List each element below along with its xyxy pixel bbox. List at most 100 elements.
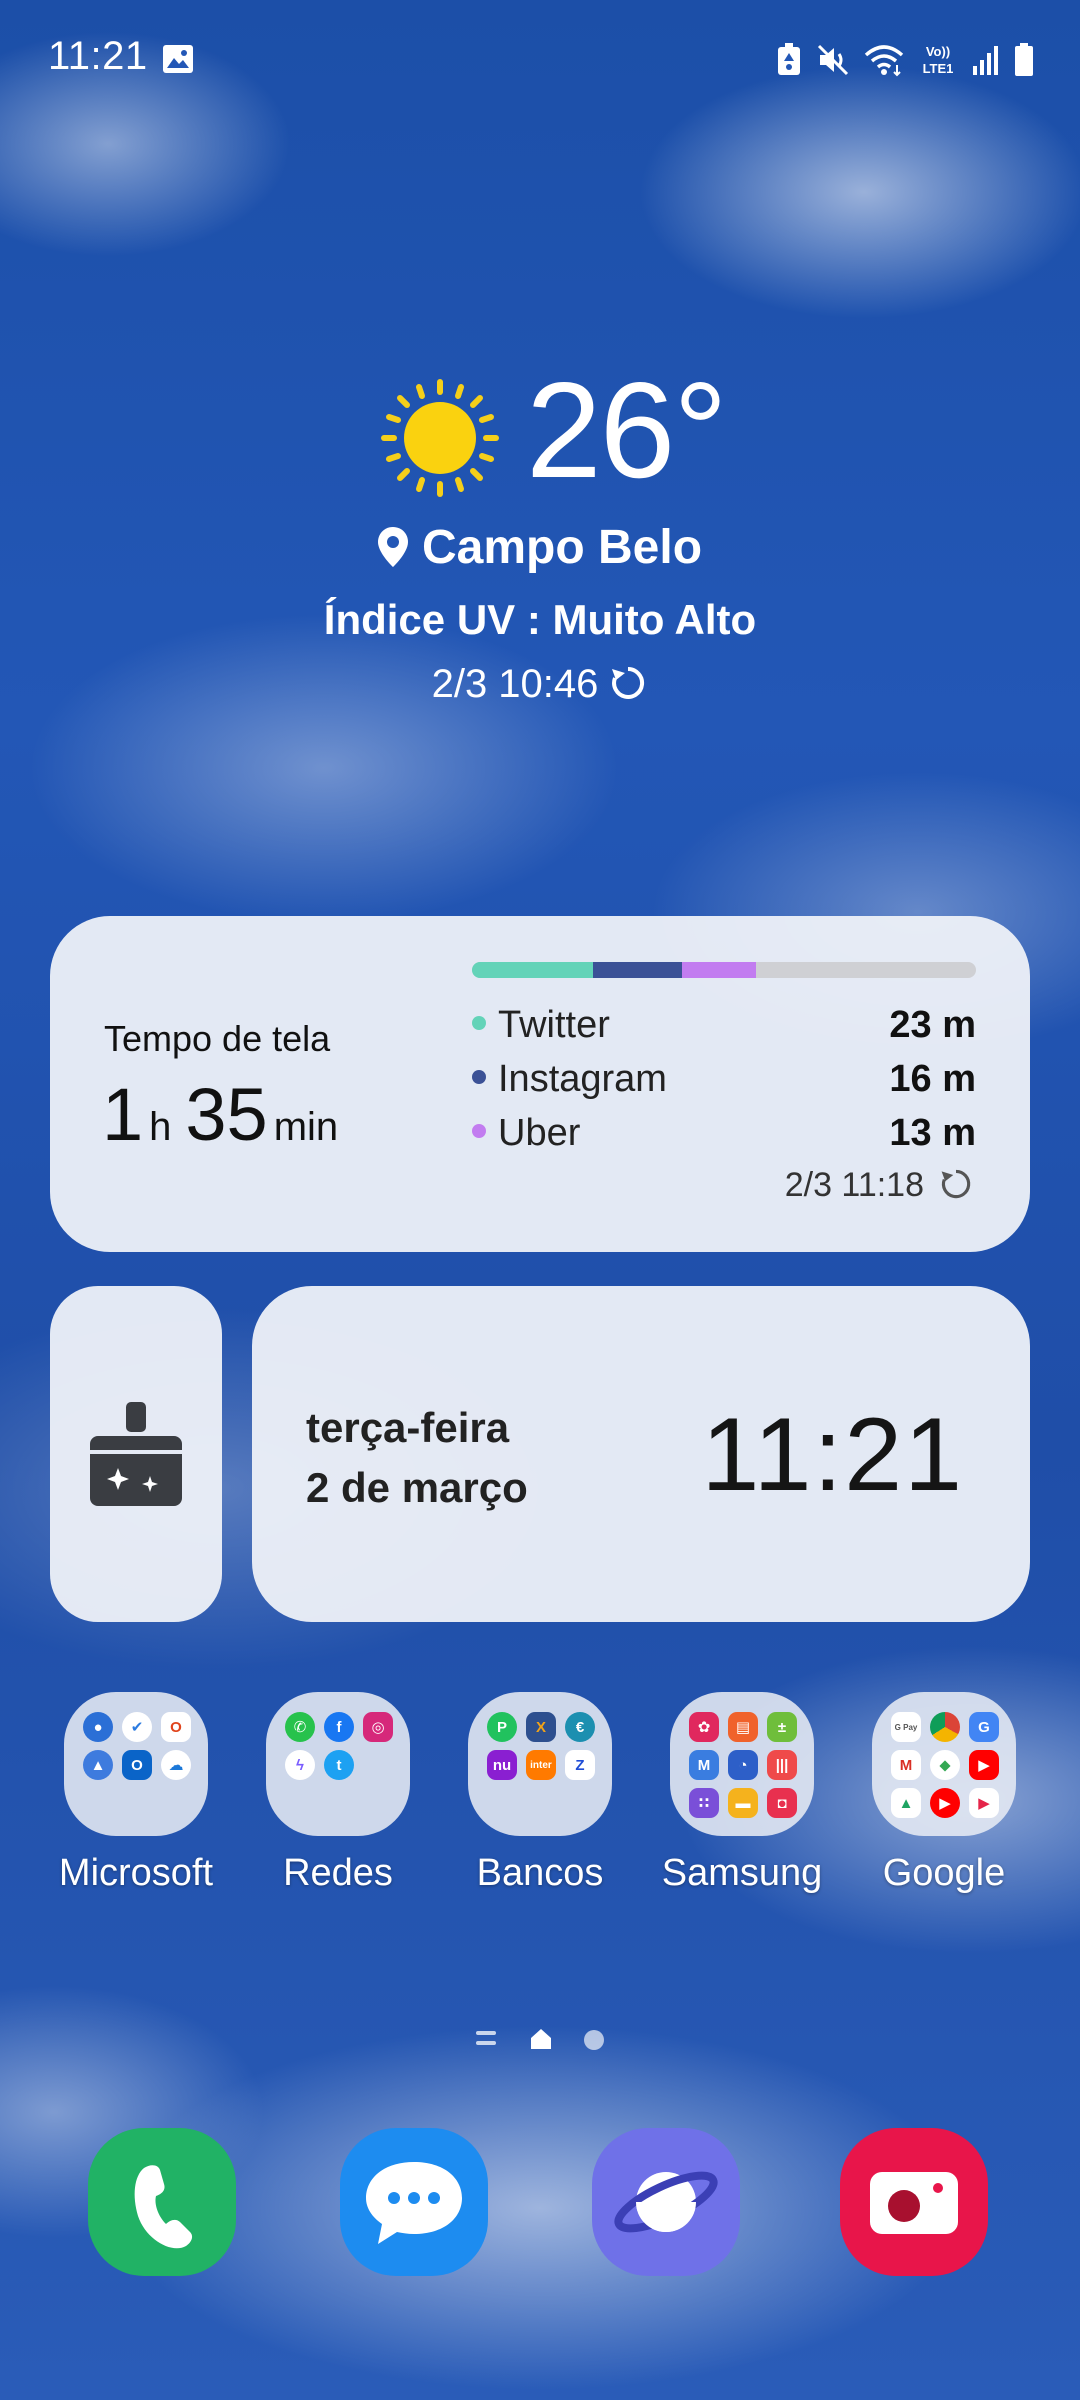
notifications-icon: ▲ — [83, 1750, 113, 1780]
bank-x-icon: X — [526, 1712, 556, 1742]
galaxy-store-icon: ◘ — [767, 1788, 797, 1818]
screen-time-hours: 1 — [102, 1073, 144, 1156]
page-list-icon — [476, 2031, 496, 2051]
date: 2 de março — [306, 1464, 528, 1511]
compass-icon: ◔ — [728, 1750, 758, 1780]
play-movies-icon: ▶ — [969, 1788, 999, 1818]
calculator-icon: ± — [767, 1712, 797, 1742]
folder-google[interactable]: G Pay G M ⬥ ▶ ▲ ▶ ▶ Google — [844, 1692, 1044, 1902]
voice-recorder-icon: ||| — [767, 1750, 797, 1780]
google-pay-icon: G Pay — [891, 1712, 921, 1742]
bar-segment-uber — [682, 962, 756, 978]
folder-microsoft[interactable]: ● ✔ O ▲ O ☁ Microsoft — [36, 1692, 236, 1902]
gmail-icon: M — [891, 1750, 921, 1780]
app-name: Instagram — [498, 1058, 667, 1100]
folder-label: Bancos — [476, 1852, 604, 1894]
camera-app-icon[interactable] — [840, 2128, 988, 2276]
list-item: Twitter 23 m — [472, 996, 976, 1050]
screen-time-updated: 2/3 11:18 — [785, 1166, 974, 1205]
svg-text:Vo)): Vo)) — [926, 44, 950, 59]
game-launcher-icon: ∷ — [689, 1788, 719, 1818]
twitter-icon: t — [324, 1750, 354, 1780]
uv-index: Índice UV : Muito Alto — [323, 596, 757, 643]
home-page-icon — [531, 2029, 551, 2049]
outlook-icon: O — [122, 1750, 152, 1780]
refresh-icon[interactable] — [608, 663, 648, 703]
phone-handset-icon — [134, 2165, 193, 2249]
bar-segment-instagram — [593, 962, 682, 978]
temperature: 26° — [526, 354, 728, 506]
location-name: Campo Belo — [421, 521, 703, 574]
messages-app-icon[interactable] — [340, 2128, 488, 2276]
folder-icon: P X € nu inter Z — [468, 1692, 612, 1836]
broom-icon — [90, 1402, 182, 1506]
screen-time-widget[interactable]: Tempo de tela 1 h 35 min Twitter 23 m Insta… — [50, 916, 1030, 1252]
todo-icon: ✔ — [122, 1712, 152, 1742]
svg-text:LTE1: LTE1 — [923, 61, 954, 76]
bar-segment-twitter — [472, 962, 593, 978]
legend-dot — [472, 1016, 486, 1030]
chrome-icon — [930, 1712, 960, 1742]
office-icon: O — [161, 1712, 191, 1742]
whatsapp-icon: ✆ — [285, 1712, 315, 1742]
legend-dot — [472, 1070, 486, 1084]
folder-icon: G Pay G M ⬥ ▶ ▲ ▶ ▶ — [872, 1692, 1016, 1836]
chat-bubble-icon — [366, 2162, 462, 2244]
folder-label: Microsoft — [58, 1852, 214, 1894]
screen-time-hours-unit: h — [149, 1105, 172, 1149]
youtube-music-icon: ▶ — [930, 1788, 960, 1818]
folder-icon: ✆ f ◎ ϟ t — [266, 1692, 410, 1836]
folder-samsung[interactable]: ✿ ▤ ± M ◔ ||| ∷ ▬ ◘ Samsung — [642, 1692, 842, 1902]
screen-time-title: Tempo de tela — [104, 1018, 331, 1059]
planet-icon — [614, 2171, 718, 2233]
screen-time-minutes-unit: min — [273, 1105, 339, 1149]
bixby-icon: ✿ — [689, 1712, 719, 1742]
clock-date: terça-feira 2 de março — [306, 1398, 528, 1518]
page-indicator[interactable] — [0, 2028, 1080, 2052]
youtube-icon: ▶ — [969, 1750, 999, 1780]
folder-label: Samsung — [661, 1852, 823, 1894]
drive-icon: ▲ — [891, 1788, 921, 1818]
instagram-icon: ◎ — [363, 1712, 393, 1742]
page-dot — [584, 2030, 604, 2050]
inter-icon: inter — [526, 1750, 556, 1780]
folder-redes[interactable]: ✆ f ◎ ϟ t Redes — [238, 1692, 438, 1902]
weather-location: Campo Belo — [0, 520, 1080, 575]
battery-saver-icon — [778, 43, 800, 75]
mute-icon — [817, 44, 849, 76]
folder-icon: ✿ ▤ ± M ◔ ||| ∷ ▬ ◘ — [670, 1692, 814, 1836]
status-bar: 11:21 Vo)) LTE1 — [0, 0, 1080, 120]
google-translate-icon: G — [969, 1712, 999, 1742]
weather-updated-time: 2/3 10:46 — [431, 662, 599, 706]
onedrive-icon: ☁ — [161, 1750, 191, 1780]
messenger-icon: ϟ — [285, 1750, 315, 1780]
signal-icon — [973, 46, 998, 75]
phone-app-icon[interactable] — [88, 2128, 236, 2276]
notes-icon: ▤ — [728, 1712, 758, 1742]
authenticator-icon: ● — [83, 1712, 113, 1742]
weather-updated: 2/3 10:46 — [0, 662, 1080, 707]
refresh-icon[interactable] — [938, 1166, 974, 1202]
internet-app-icon[interactable] — [592, 2128, 740, 2276]
folder-bancos[interactable]: P X € nu inter Z Bancos — [440, 1692, 640, 1902]
caixa-icon: € — [565, 1712, 595, 1742]
battery-icon — [1015, 43, 1033, 76]
list-item: Uber 13 m — [472, 1104, 976, 1158]
sunny-icon — [381, 379, 499, 497]
clock-widget[interactable]: terça-feira 2 de março 11:21 — [252, 1286, 1030, 1622]
volte-icon: Vo)) LTE1 — [923, 44, 954, 76]
dock — [0, 2128, 1080, 2278]
bank-z-icon: Z — [565, 1750, 595, 1780]
app-name: Uber — [498, 1112, 581, 1154]
app-folders: ● ✔ O ▲ O ☁ Microsoft ✆ f ◎ ϟ t Redes P … — [0, 1692, 1080, 1902]
facebook-icon: f — [324, 1712, 354, 1742]
device-care-widget[interactable] — [50, 1286, 222, 1622]
app-duration: 23 m — [889, 1004, 976, 1046]
members-icon: M — [689, 1750, 719, 1780]
screen-time-total: 1 h 35 min — [102, 1072, 352, 1157]
wifi-icon — [864, 45, 904, 77]
maps-icon: ⬥ — [930, 1750, 960, 1780]
location-pin-icon — [377, 527, 408, 567]
screen-time-app-list: Twitter 23 m Instagram 16 m Uber 13 m — [472, 996, 976, 1158]
folder-label: Redes — [283, 1852, 393, 1894]
